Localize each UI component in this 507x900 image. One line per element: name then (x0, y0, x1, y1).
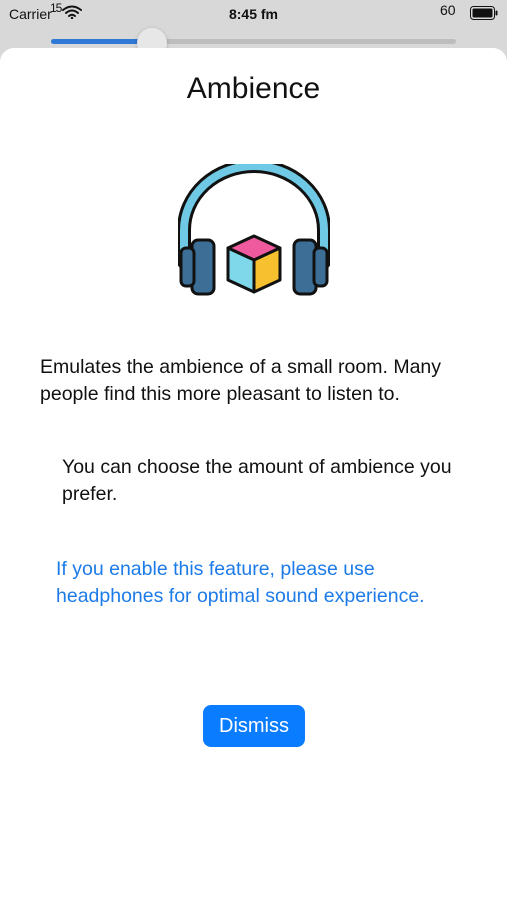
ambience-sheet: Ambience Emulates the ambience of a smal… (0, 48, 507, 900)
ambience-description: Emulates the ambience of a small room. M… (40, 356, 442, 405)
dismiss-button[interactable]: Dismiss (203, 705, 305, 747)
ambience-choice-text: You can choose the amount of ambience yo… (62, 456, 452, 505)
status-bar: Carrier 15 8:45 fm 60 (0, 0, 507, 30)
headphones-cube-icon (177, 159, 331, 302)
status-time: 8:45 fm (228, 6, 279, 22)
battery-percent: 60 (440, 2, 456, 18)
sheet-title: Ambience (186, 72, 321, 105)
background-slider-fill (51, 39, 140, 44)
battery-icon (470, 6, 498, 20)
headphones-note: If you enable this feature, please use h… (56, 558, 425, 607)
background-slider-track (51, 39, 456, 44)
